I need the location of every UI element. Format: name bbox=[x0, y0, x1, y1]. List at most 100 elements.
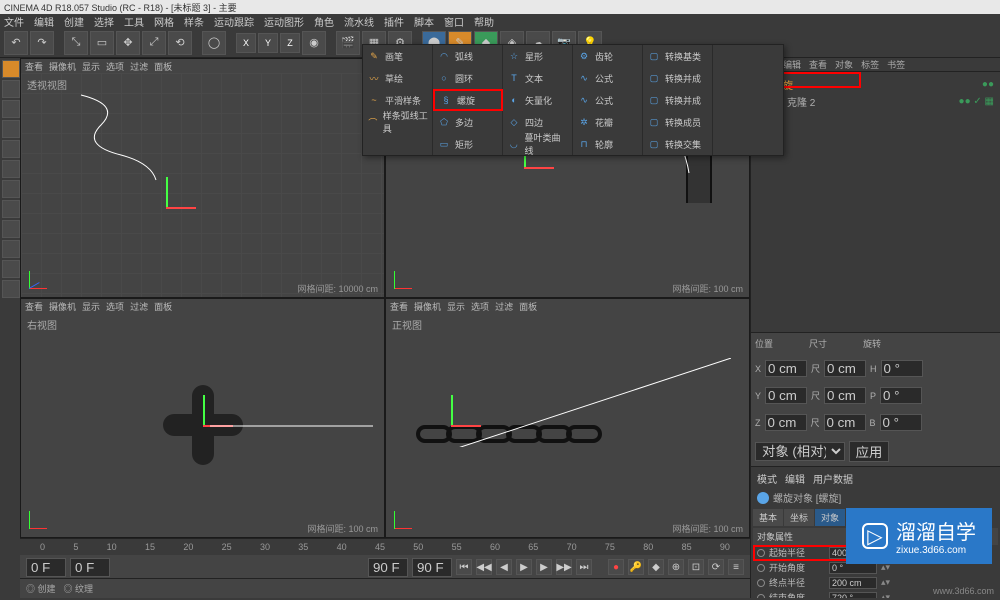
render-view-button[interactable]: 🎬 bbox=[336, 31, 360, 55]
visibility-dot[interactable]: ●● ✓ ▦ bbox=[959, 96, 994, 107]
menu-select[interactable]: 选择 bbox=[94, 14, 114, 29]
spline-convert1-item[interactable]: ▢转换基类 bbox=[643, 45, 713, 67]
tl-autokey-button[interactable]: 🔑 bbox=[628, 559, 644, 575]
tl-cur-field[interactable] bbox=[70, 558, 110, 577]
spline-pen-item[interactable]: ✎画笔 bbox=[363, 45, 433, 67]
model-mode-button[interactable] bbox=[2, 60, 20, 78]
viewport-perspective[interactable]: 查看 摄像机 显示 选项 过滤 面板 透视视图 网格间距: 10000 cm bbox=[20, 58, 385, 298]
vp-bar-br[interactable]: 查看 摄像机 显示 选项 过滤 面板 bbox=[386, 299, 749, 313]
spline-convert2-item[interactable]: ▢转换并成 bbox=[643, 67, 713, 89]
tl-nextkey-button[interactable]: ▶▶ bbox=[556, 559, 572, 575]
menu-pipeline[interactable]: 流水线 bbox=[344, 14, 374, 29]
spline-nside-item[interactable]: ⬠多边 bbox=[433, 111, 503, 133]
redo-button[interactable]: ↷ bbox=[30, 31, 54, 55]
menu-mograph[interactable]: 运动图形 bbox=[264, 14, 304, 29]
rotate-button[interactable]: ⟲ bbox=[168, 31, 192, 55]
spline-gear-item[interactable]: ⚙齿轮 bbox=[573, 45, 643, 67]
viewport-right[interactable]: 查看 摄像机 显示 选项 过滤 面板 右视图 网格间距: 100 cm bbox=[20, 298, 385, 538]
workplane-button[interactable] bbox=[2, 120, 20, 138]
menu-motrack[interactable]: 运动跟踪 bbox=[214, 14, 254, 29]
status-right[interactable]: ◎ 纹理 bbox=[64, 582, 94, 595]
lock-button[interactable] bbox=[2, 280, 20, 298]
object-manager[interactable]: 螺旋 ●● 克隆 2 ●● ✓ ▦ bbox=[751, 72, 1000, 332]
attr-header[interactable]: 模式 编辑 用户数据 bbox=[753, 469, 998, 488]
spline-text-item[interactable]: T文本 bbox=[503, 67, 573, 89]
spline-circle-item[interactable]: ○圆环 bbox=[433, 67, 503, 89]
menubar[interactable]: 文件 编辑 创建 选择 工具 网格 样条 运动跟踪 运动图形 角色 流水线 插件… bbox=[0, 14, 1000, 28]
attr-tab-object[interactable]: 对象 bbox=[815, 509, 845, 526]
size-y-field[interactable] bbox=[824, 387, 866, 404]
spline-convert4-item[interactable]: ▢转换成员 bbox=[643, 111, 713, 133]
menu-help[interactable]: 帮助 bbox=[474, 14, 494, 29]
axis-x-button[interactable]: X bbox=[236, 33, 256, 53]
spline-formula2-item[interactable]: ∿公式 bbox=[573, 89, 643, 111]
menu-create[interactable]: 创建 bbox=[64, 14, 84, 29]
menu-edit[interactable]: 编辑 bbox=[34, 14, 54, 29]
spline-vectorize-item[interactable]: ◐矢量化 bbox=[503, 89, 573, 111]
menu-tools[interactable]: 工具 bbox=[124, 14, 144, 29]
coords-panel[interactable]: 位置 尺寸 旋转 X 尺 H Y 尺 P Z 尺 B 对象 (相对) 应用 bbox=[751, 332, 1000, 466]
menu-script[interactable]: 脚本 bbox=[414, 14, 434, 29]
tl-param-button[interactable]: ≡ bbox=[728, 559, 744, 575]
timeline-controls[interactable]: ⏮ ◀◀ ◀ ▶ ▶ ▶▶ ⏭ ● 🔑 ◆ ⊕ ⊡ ⟳ ≡ bbox=[20, 555, 750, 579]
rot-h-field[interactable] bbox=[881, 360, 923, 377]
tl-nextframe-button[interactable]: ▶ bbox=[536, 559, 552, 575]
spline-cissoid-item[interactable]: ◡蔓叶类曲线 bbox=[503, 133, 573, 155]
tl-prevkey-button[interactable]: ◀◀ bbox=[476, 559, 492, 575]
menu-character[interactable]: 角色 bbox=[314, 14, 334, 29]
tl-prevframe-button[interactable]: ◀ bbox=[496, 559, 512, 575]
object-mode-button[interactable] bbox=[2, 80, 20, 98]
workplane2-button[interactable] bbox=[2, 260, 20, 278]
tl-keyopt-button[interactable]: ◆ bbox=[648, 559, 664, 575]
tl-play-button[interactable]: ▶ bbox=[516, 559, 532, 575]
spline-helix-item[interactable]: §螺旋 bbox=[433, 89, 503, 111]
size-z-field[interactable] bbox=[824, 414, 866, 431]
coord-mode-select[interactable]: 对象 (相对) bbox=[755, 442, 845, 461]
texture-mode-button[interactable] bbox=[2, 100, 20, 118]
menu-file[interactable]: 文件 bbox=[4, 14, 24, 29]
size-x-field[interactable] bbox=[824, 360, 866, 377]
tl-goend-button[interactable]: ⏭ bbox=[576, 559, 592, 575]
menu-window[interactable]: 窗口 bbox=[444, 14, 464, 29]
status-left[interactable]: ◎ 创建 bbox=[26, 582, 56, 595]
timeline-ruler[interactable]: 0 5 10 15 20 25 30 35 40 45 50 55 60 65 … bbox=[20, 539, 750, 555]
spline-sketch-item[interactable]: 〰草绘 bbox=[363, 67, 433, 89]
spline-star-item[interactable]: ☆星形 bbox=[503, 45, 573, 67]
menu-spline[interactable]: 样条 bbox=[184, 14, 204, 29]
spline-profile-item[interactable]: ⊓轮廓 bbox=[573, 133, 643, 155]
pos-y-field[interactable] bbox=[765, 387, 807, 404]
pos-x-field[interactable] bbox=[765, 360, 807, 377]
scale-button[interactable]: ⤢ bbox=[142, 31, 166, 55]
spline-arc-item[interactable]: ◠弧线 bbox=[433, 45, 503, 67]
tl-record-button[interactable]: ● bbox=[608, 559, 624, 575]
spline-formula-item[interactable]: ∿公式 bbox=[573, 67, 643, 89]
spline-arc-tool-item[interactable]: ⌒样条弧线工具 bbox=[363, 111, 433, 133]
axis-y-button[interactable]: Y bbox=[258, 33, 278, 53]
object-manager-tabs[interactable]: 文件 编辑 查看 对象 标签 书签 bbox=[751, 58, 1000, 72]
tl-end2-field[interactable] bbox=[412, 558, 452, 577]
tl-end-field[interactable] bbox=[368, 558, 408, 577]
visibility-dot[interactable]: ●● bbox=[982, 79, 994, 90]
tl-rot-button[interactable]: ⟳ bbox=[708, 559, 724, 575]
select-live-button[interactable]: ⤡ bbox=[64, 31, 88, 55]
object-row-helix[interactable]: 螺旋 ●● bbox=[755, 76, 996, 93]
menu-mesh[interactable]: 网格 bbox=[154, 14, 174, 29]
undo-button[interactable]: ↶ bbox=[4, 31, 28, 55]
object-row-clone[interactable]: 克隆 2 ●● ✓ ▦ bbox=[755, 93, 996, 110]
polygon-mode-button[interactable] bbox=[2, 180, 20, 198]
menu-plugins[interactable]: 插件 bbox=[384, 14, 404, 29]
select-rect-button[interactable]: ▭ bbox=[90, 31, 114, 55]
snap-button[interactable] bbox=[2, 240, 20, 258]
spline-4side-item[interactable]: ◇四边 bbox=[503, 111, 573, 133]
tl-gostart-button[interactable]: ⏮ bbox=[456, 559, 472, 575]
tl-pos-button[interactable]: ⊕ bbox=[668, 559, 684, 575]
tweak-button[interactable] bbox=[2, 220, 20, 238]
point-mode-button[interactable] bbox=[2, 140, 20, 158]
spline-flower-item[interactable]: ✲花瓣 bbox=[573, 111, 643, 133]
spline-convert5-item[interactable]: ▢转换交集 bbox=[643, 133, 713, 155]
vp-bar-bl[interactable]: 查看 摄像机 显示 选项 过滤 面板 bbox=[21, 299, 384, 313]
spline-popup-menu[interactable]: ✎画笔 ◠弧线 ☆星形 ⚙齿轮 ▢转换基类 〰草绘 ○圆环 T文本 ∿公式 ▢转… bbox=[362, 44, 784, 156]
apply-button[interactable]: 应用 bbox=[849, 441, 889, 462]
spline-smooth-item[interactable]: ~平滑样条 bbox=[363, 89, 433, 111]
pos-z-field[interactable] bbox=[765, 414, 807, 431]
